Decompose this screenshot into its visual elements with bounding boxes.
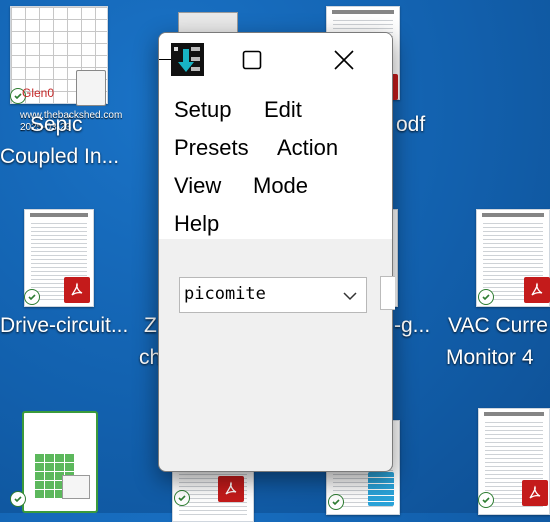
menu-setup[interactable]: Setup	[174, 96, 232, 124]
menu-help[interactable]: Help	[174, 210, 219, 238]
pdf-icon	[64, 277, 90, 303]
file-corner-icon	[76, 70, 106, 106]
pdf-icon	[218, 476, 244, 502]
menu-mode[interactable]: Mode	[253, 172, 308, 200]
title-bar[interactable]	[159, 33, 392, 87]
maximize-button[interactable]	[229, 33, 275, 87]
close-button[interactable]	[321, 33, 367, 87]
desktop-icon-drive-circuit[interactable]: Drive-circuit...	[0, 205, 140, 345]
sync-check-icon	[328, 494, 344, 510]
desktop-icon-bottom-pdf-2[interactable]	[474, 408, 550, 515]
menu-presets[interactable]: Presets	[174, 134, 249, 162]
desktop-icon-vac-current[interactable]: VAC Curre Monitor 4	[440, 205, 550, 375]
menu-bar: Setup Edit Presets Action View Mode Help	[159, 87, 392, 239]
download-arrow-icon	[178, 49, 194, 72]
desktop-icon-label: Coupled In...	[0, 145, 120, 168]
desktop-icon-label: Monitor 4	[446, 346, 534, 369]
pdf-icon	[522, 480, 548, 506]
menu-action[interactable]: Action	[277, 134, 338, 162]
desktop-icon-label: odf	[396, 113, 426, 136]
partial-button[interactable]	[380, 276, 395, 310]
desktop-icon-label: Drive-circuit...	[0, 314, 129, 337]
calc-app-icon	[22, 411, 98, 513]
app-window[interactable]: Setup Edit Presets Action View Mode Help…	[158, 32, 393, 472]
desktop-icon-label: Z	[144, 314, 157, 337]
device-select-value: picomite	[184, 284, 266, 304]
chevron-down-icon	[343, 292, 357, 301]
menu-edit[interactable]: Edit	[264, 96, 302, 124]
desktop-icon-label: -g...	[394, 314, 431, 337]
sync-check-icon	[24, 289, 40, 305]
maximize-icon	[242, 50, 262, 70]
desktop-icon-label: VAC Curre	[448, 314, 548, 337]
sync-check-icon	[10, 491, 26, 507]
sync-check-icon	[478, 492, 494, 508]
pdf-icon	[524, 277, 550, 303]
overlay-name: Glen0	[22, 86, 55, 100]
close-icon	[334, 50, 354, 70]
desktop-icon-sepic[interactable]: Glen0 www.thebackshed.com 2025-03-23 Sep…	[0, 0, 140, 170]
desktop-icon-label: Sepic	[30, 113, 83, 136]
sync-check-icon	[478, 289, 494, 305]
sync-check-icon	[174, 490, 190, 506]
menu-view[interactable]: View	[174, 172, 221, 200]
device-select[interactable]: picomite	[179, 277, 367, 313]
notepad-icon	[368, 472, 394, 506]
desktop-icon-spreadsheet[interactable]	[0, 405, 110, 513]
console-app-icon	[159, 43, 204, 76]
